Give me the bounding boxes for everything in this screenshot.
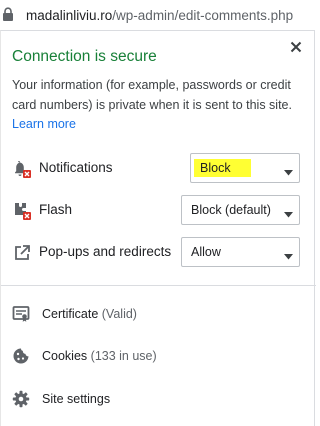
connection-title: Connection is secure — [12, 48, 157, 65]
certificate-icon — [12, 305, 32, 325]
cookie-icon — [12, 347, 32, 367]
permission-popups: Pop-ups and redirects Allow — [1, 237, 316, 267]
close-button[interactable] — [286, 37, 306, 57]
permission-label: Pop-ups and redirects — [39, 244, 172, 259]
site-settings-row[interactable]: Site settings — [1, 385, 316, 415]
flash-blocked-icon — [12, 201, 32, 221]
dropdown-arrow-icon — [284, 249, 293, 263]
url-host: madalinliviu.ro — [26, 7, 113, 23]
select-value: Block — [194, 159, 251, 177]
certificate-row[interactable]: Certificate (Valid) — [1, 300, 316, 330]
divider — [1, 285, 316, 286]
notifications-blocked-icon — [12, 159, 32, 179]
popups-select[interactable]: Allow — [181, 237, 300, 267]
permission-label: Notifications — [39, 160, 113, 175]
flash-select[interactable]: Block (default) — [181, 195, 300, 225]
learn-more-link[interactable]: Learn more — [12, 117, 76, 131]
dropdown-arrow-icon — [284, 207, 293, 221]
permission-label: Flash — [39, 202, 73, 217]
notifications-select[interactable]: Block — [190, 153, 300, 183]
site-settings-label: Site settings — [42, 392, 111, 406]
dropdown-arrow-icon — [284, 165, 293, 179]
certificate-status: (Valid) — [101, 307, 137, 321]
connection-description: Your information (for example, passwords… — [12, 78, 292, 112]
cookies-label: Cookies (133 in use) — [42, 349, 157, 363]
certificate-label: Certificate (Valid) — [42, 307, 137, 321]
cookies-row[interactable]: Cookies (133 in use) — [1, 342, 316, 372]
select-value: Allow — [191, 245, 221, 259]
lock-icon[interactable] — [2, 0, 16, 30]
site-info-popup: Connection is secure Your information (f… — [0, 30, 316, 426]
select-value: Block (default) — [191, 203, 271, 217]
close-icon — [290, 41, 302, 53]
certificate-text: Certificate — [42, 307, 99, 321]
cookies-count: (133 in use) — [90, 349, 157, 363]
permission-flash: Flash Block (default) — [1, 195, 316, 225]
url-path: /wp-admin/edit-comments.php — [112, 7, 294, 23]
highlighted-value: Block — [194, 159, 251, 177]
address-bar[interactable]: madalinliviu.ro/wp-admin/edit-comments.p… — [0, 0, 316, 30]
gear-icon — [12, 390, 32, 410]
permission-notifications: Notifications Block — [1, 153, 316, 183]
cookies-text: Cookies — [42, 349, 88, 363]
popup-icon — [12, 243, 32, 263]
